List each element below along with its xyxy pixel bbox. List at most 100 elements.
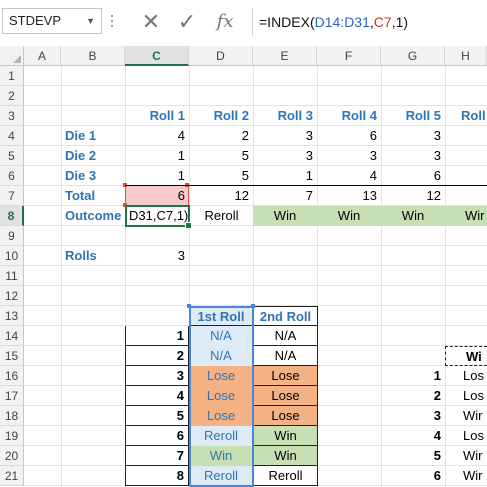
insert-function-icon[interactable]: fx [210, 8, 240, 36]
die1-value[interactable]: 3 [253, 126, 317, 146]
total-value[interactable]: 12 [189, 186, 253, 206]
row-header[interactable]: 6 [0, 166, 24, 186]
row-header[interactable]: 18 [0, 406, 24, 426]
side-row-number[interactable]: 6 [421, 466, 445, 486]
row-header[interactable]: 9 [0, 226, 24, 246]
cancel-icon[interactable]: ✕ [136, 8, 166, 36]
roll-header[interactable]: Roll 5 [381, 106, 445, 126]
total-value[interactable]: 12 [381, 186, 445, 206]
column-header-d[interactable]: D [189, 46, 253, 66]
side-row-value[interactable]: Wir [459, 446, 487, 466]
row-header[interactable]: 17 [0, 386, 24, 406]
die2-value[interactable]: 3 [317, 146, 381, 166]
die3-value[interactable]: 4 [317, 166, 381, 186]
row-header[interactable]: 1 [0, 66, 24, 86]
table-row-number[interactable]: 1 [125, 326, 189, 346]
row-header[interactable]: 14 [0, 326, 24, 346]
die3-value[interactable]: 5 [189, 166, 253, 186]
outcome-value[interactable]: Reroll [190, 206, 253, 226]
rolls-label[interactable]: Rolls [61, 246, 125, 266]
outcome-label[interactable]: Outcome [61, 206, 125, 226]
table-second-roll[interactable]: Win [253, 426, 318, 446]
table-second-roll[interactable]: Lose [253, 366, 318, 386]
outcome-value[interactable]: Wir [445, 206, 487, 226]
active-cell-editor[interactable]: D31,C7,1) [127, 207, 188, 225]
row-header[interactable]: 19 [0, 426, 24, 446]
chevron-down-icon[interactable]: ▼ [86, 9, 95, 33]
die3-value[interactable]: 1 [253, 166, 317, 186]
table-second-roll[interactable]: Lose [253, 386, 318, 406]
side-row-value[interactable]: Los [459, 426, 487, 446]
table-row-number[interactable]: 6 [125, 426, 189, 446]
table-second-roll[interactable]: N/A [253, 346, 318, 366]
row-header[interactable]: 10 [0, 246, 24, 266]
row-header[interactable]: 4 [0, 126, 24, 146]
die2-value[interactable]: 3 [253, 146, 317, 166]
die3-value[interactable]: 6 [381, 166, 445, 186]
row-header[interactable]: 20 [0, 446, 24, 466]
die2-value[interactable]: 5 [189, 146, 253, 166]
enter-icon[interactable]: ✓ [172, 8, 202, 36]
table-second-roll[interactable]: Reroll [253, 466, 318, 486]
total-label[interactable]: Total [61, 186, 125, 206]
row-header[interactable]: 7 [0, 186, 24, 206]
side-row-number[interactable]: 1 [421, 366, 445, 386]
table-row-number[interactable]: 8 [125, 466, 189, 486]
die2-value[interactable]: 1 [125, 146, 189, 166]
row-header[interactable]: 8 [0, 206, 24, 226]
die1-value[interactable]: 4 [125, 126, 189, 146]
table-second-roll[interactable]: Lose [253, 406, 318, 426]
table-second-roll[interactable]: Win [253, 446, 318, 466]
die1-value[interactable]: 6 [317, 126, 381, 146]
column-header-a[interactable]: A [24, 46, 61, 66]
side-row-number[interactable]: 4 [421, 426, 445, 446]
drag-handle-icon[interactable] [111, 12, 115, 32]
active-cell[interactable]: D31,C7,1) [125, 205, 192, 229]
table-second-roll[interactable]: N/A [253, 326, 318, 346]
column-header-e[interactable]: E [253, 46, 317, 66]
side-row-number[interactable]: 2 [421, 386, 445, 406]
side-row-number[interactable]: 3 [421, 406, 445, 426]
die1-value[interactable]: 2 [189, 126, 253, 146]
side-row-value[interactable]: Los [459, 386, 487, 406]
row-header[interactable]: 13 [0, 306, 24, 326]
roll-header[interactable]: Roll 3 [253, 106, 317, 126]
roll-header[interactable]: Roll 1 [125, 106, 189, 126]
die3-value[interactable]: 1 [125, 166, 189, 186]
range-corner-handle[interactable] [187, 304, 191, 308]
die1-value[interactable]: 3 [381, 126, 445, 146]
row-header[interactable]: 16 [0, 366, 24, 386]
column-header-g[interactable]: G [381, 46, 445, 66]
table-header-second-roll[interactable]: 2nd Roll [253, 306, 318, 326]
row-header[interactable]: 5 [0, 146, 24, 166]
column-header-c[interactable]: C [125, 46, 189, 66]
side-row-value[interactable]: Los [459, 366, 487, 386]
table-row-number[interactable]: 3 [125, 366, 189, 386]
column-header-h[interactable]: H [445, 46, 487, 66]
die3-label[interactable]: Die 3 [61, 166, 125, 186]
outcome-value[interactable]: Win [317, 206, 381, 226]
side-row-value[interactable]: Wir [459, 406, 487, 426]
side-row-number[interactable]: 5 [421, 446, 445, 466]
outcome-value[interactable]: Win [381, 206, 445, 226]
table-row-number[interactable]: 2 [125, 346, 189, 366]
total-value[interactable]: 7 [253, 186, 317, 206]
die2-label[interactable]: Die 2 [61, 146, 125, 166]
row-header[interactable]: 2 [0, 86, 24, 106]
range-corner-handle[interactable] [251, 304, 255, 308]
row-header[interactable]: 3 [0, 106, 24, 126]
total-value[interactable]: 13 [317, 186, 381, 206]
formula-input[interactable]: =INDEX(D14:D31,C7,1) [252, 8, 487, 36]
table-row-number[interactable]: 5 [125, 406, 189, 426]
name-box[interactable]: STDEVP ▼ [2, 8, 102, 34]
column-header-b[interactable]: B [61, 46, 125, 66]
row-header[interactable]: 11 [0, 266, 24, 286]
select-all-button[interactable] [0, 46, 24, 66]
roll-header[interactable]: Roll [455, 106, 487, 126]
rolls-value[interactable]: 3 [125, 246, 189, 266]
die2-value[interactable]: 3 [381, 146, 445, 166]
table-row-number[interactable]: 4 [125, 386, 189, 406]
side-row-value[interactable]: Wir [459, 466, 487, 486]
side-table-header[interactable]: Wi [445, 346, 487, 366]
row-header[interactable]: 21 [0, 466, 24, 486]
